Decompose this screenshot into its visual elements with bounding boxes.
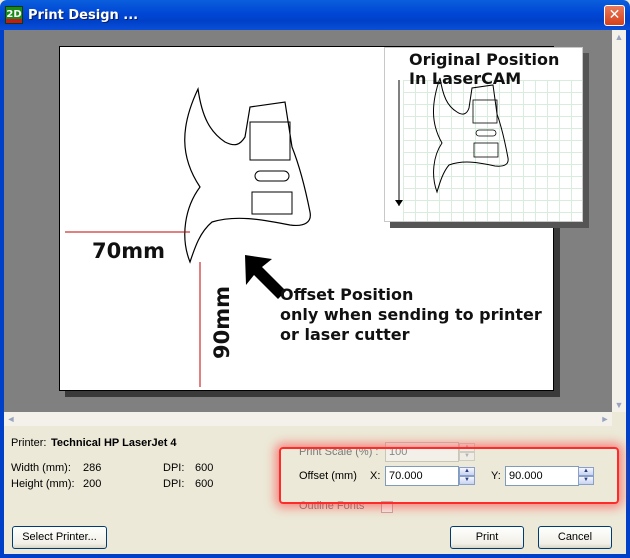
printer-name: Technical HP LaserJet 4 bbox=[51, 437, 177, 449]
dimension-vertical: 90mm bbox=[210, 286, 234, 359]
inset-label-line1: Original Position bbox=[409, 50, 560, 69]
dpi-value-1: 600 bbox=[195, 462, 214, 474]
offset-highlight-annotation bbox=[279, 447, 619, 504]
window-frame-right bbox=[626, 30, 630, 558]
dpi-value-2: 600 bbox=[195, 478, 214, 490]
original-position-inset: Original Position In LaserCAM bbox=[384, 47, 583, 222]
title-bar: 2D Print Design ... ✕ bbox=[0, 0, 630, 30]
scroll-left-icon[interactable]: ◄ bbox=[4, 412, 18, 426]
offset-note-line3: or laser cutter bbox=[280, 325, 410, 344]
height-label: Height (mm): bbox=[11, 478, 75, 490]
select-printer-button[interactable]: Select Printer... bbox=[12, 526, 107, 549]
height-value: 200 bbox=[83, 478, 102, 490]
width-label: Width (mm): bbox=[11, 462, 71, 474]
printer-label: Printer: bbox=[11, 437, 47, 449]
app-icon: 2D bbox=[5, 6, 23, 24]
scroll-up-icon[interactable]: ▲ bbox=[612, 30, 626, 44]
window-title: Print Design ... bbox=[28, 8, 139, 23]
print-button[interactable]: Print bbox=[450, 526, 524, 549]
scroll-down-icon[interactable]: ▼ bbox=[612, 398, 626, 412]
dpi-label-1: DPI: bbox=[163, 462, 185, 474]
offset-note-line2: only when sending to printer bbox=[280, 305, 542, 324]
window-frame-bottom bbox=[0, 554, 630, 558]
scrollbar-corner bbox=[612, 412, 626, 426]
vertical-scrollbar[interactable]: ▲ ▼ bbox=[612, 30, 626, 412]
dimension-horizontal: 70mm bbox=[92, 239, 165, 263]
close-button[interactable]: ✕ bbox=[604, 5, 625, 26]
width-value: 286 bbox=[83, 462, 102, 474]
scroll-right-icon[interactable]: ► bbox=[598, 412, 612, 426]
dpi-label-2: DPI: bbox=[163, 478, 185, 490]
horizontal-scrollbar[interactable]: ◄ ► bbox=[4, 412, 612, 426]
offset-note-line1: Offset Position bbox=[280, 285, 414, 304]
inset-label-line2: In LaserCAM bbox=[409, 69, 522, 88]
print-preview-area: 70mm 90mm Offset Position only when send… bbox=[4, 30, 612, 412]
cancel-button[interactable]: Cancel bbox=[538, 526, 612, 549]
